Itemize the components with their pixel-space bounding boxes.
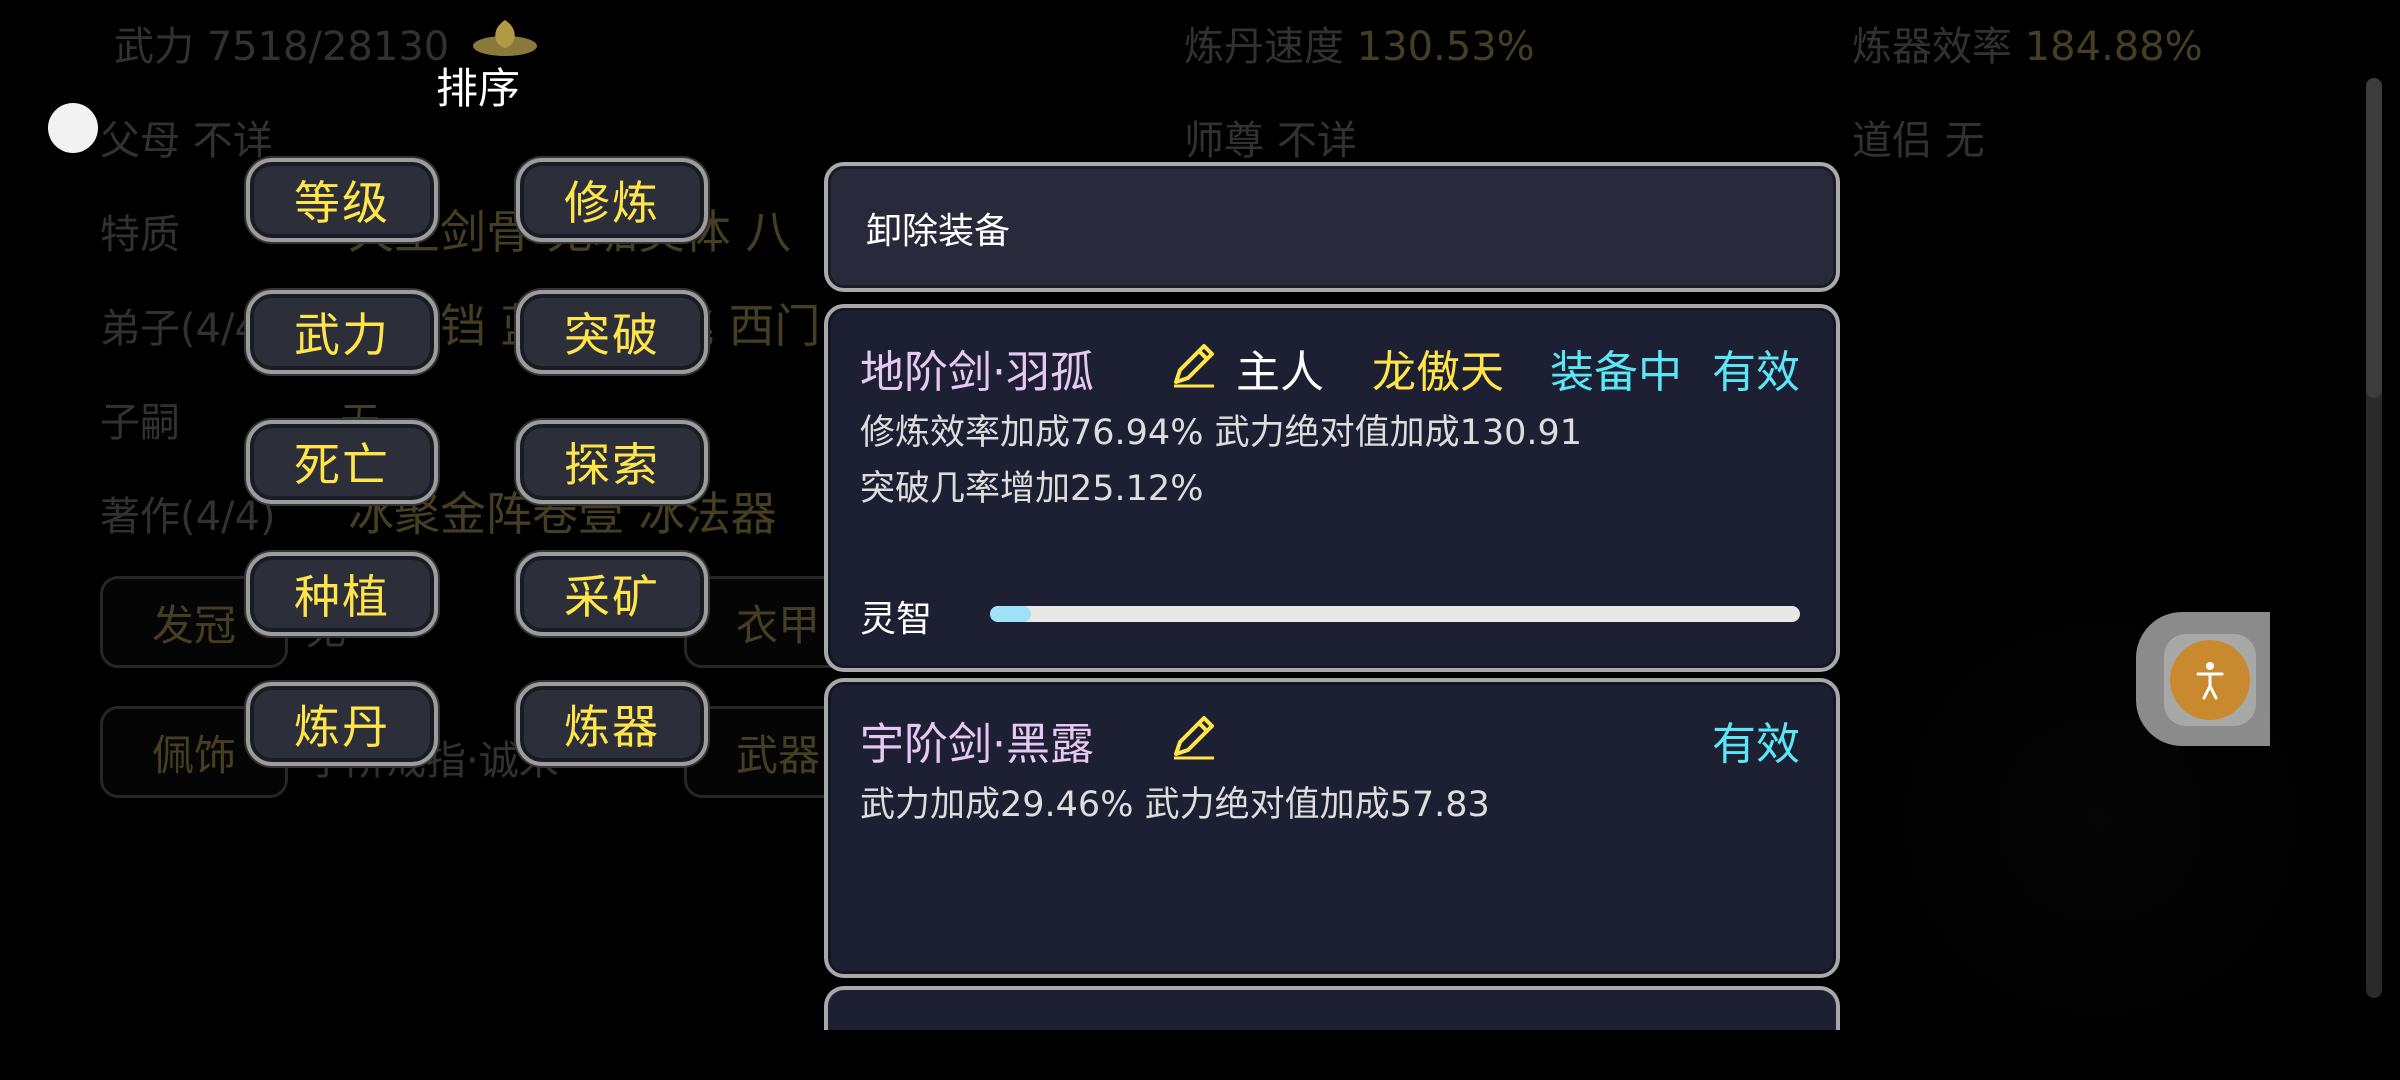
intelligence-label: 灵智 [860, 599, 933, 640]
equipment-card-partial[interactable] [824, 986, 1840, 1030]
cloud-ornament [1840, 560, 2360, 1080]
assistive-button[interactable] [2136, 612, 2270, 746]
item-stats-line: 修炼效率加成76.94% 武力绝对值加成130.91 [860, 413, 1583, 453]
sort-power-button[interactable]: 武力 [246, 290, 438, 374]
item-stats-line: 突破几率增加25.12% [860, 469, 1204, 509]
parents-row: 父母 不详 [100, 118, 273, 164]
sort-level-button[interactable]: 等级 [246, 158, 438, 242]
intelligence-bar [990, 606, 1800, 622]
partner-row: 道侣 无 [1852, 118, 1985, 164]
equipped-badge: 装备中 [1550, 347, 1682, 398]
scrollbar-thumb[interactable] [2366, 78, 2382, 398]
sort-alchemy-button[interactable]: 炼丹 [246, 682, 438, 766]
lianqi-efficiency-stat: 炼器效率 184.88% [1852, 24, 2203, 70]
sort-mining-button[interactable]: 采矿 [516, 552, 708, 636]
valid-badge: 有效 [1712, 347, 1800, 398]
equipment-card[interactable]: 宇阶剑·黑露 有效 武力加成29.46% 武力绝对值加成57.83 [824, 678, 1840, 978]
liandan-speed-stat: 炼丹速度 130.53% [1184, 24, 1535, 70]
valid-badge: 有效 [1712, 719, 1800, 770]
accessibility-icon [2170, 640, 2250, 720]
sort-cultivation-button[interactable]: 修炼 [516, 158, 708, 242]
equipment-card[interactable]: 地阶剑·羽孤 主人 龙傲天 装备中 有效 修炼效率加成76.94% 武力绝对值加… [824, 304, 1840, 672]
sort-planting-button[interactable]: 种植 [246, 552, 438, 636]
offspring-label: 子嗣 [100, 400, 180, 446]
works-label: 著作(4/4) [100, 494, 276, 540]
floating-dot[interactable] [48, 103, 98, 153]
owner-name: 龙傲天 [1372, 347, 1504, 398]
sort-death-button[interactable]: 死亡 [246, 420, 438, 504]
intelligence-bar-fill [990, 606, 1031, 622]
sort-title: 排序 [436, 64, 521, 113]
assistive-inner [2164, 634, 2256, 726]
master-row: 师尊 不详 [1184, 118, 1357, 164]
pencil-icon[interactable] [1168, 712, 1218, 762]
sort-forging-button[interactable]: 炼器 [516, 682, 708, 766]
wuli-stat: 武力 7518/28130 [114, 24, 450, 70]
lotus-icon [473, 20, 537, 56]
item-name: 宇阶剑·黑露 [860, 719, 1094, 770]
owner-label: 主人 [1236, 347, 1324, 398]
item-stats-line: 武力加成29.46% 武力绝对值加成57.83 [860, 785, 1490, 825]
unequip-label: 卸除装备 [866, 211, 1011, 252]
trait-label: 特质 [100, 212, 180, 258]
sort-breakthrough-button[interactable]: 突破 [516, 290, 708, 374]
unequip-button[interactable]: 卸除装备 [824, 162, 1840, 292]
item-name: 地阶剑·羽孤 [860, 347, 1094, 398]
pencil-icon[interactable] [1168, 340, 1218, 390]
sort-explore-button[interactable]: 探索 [516, 420, 708, 504]
